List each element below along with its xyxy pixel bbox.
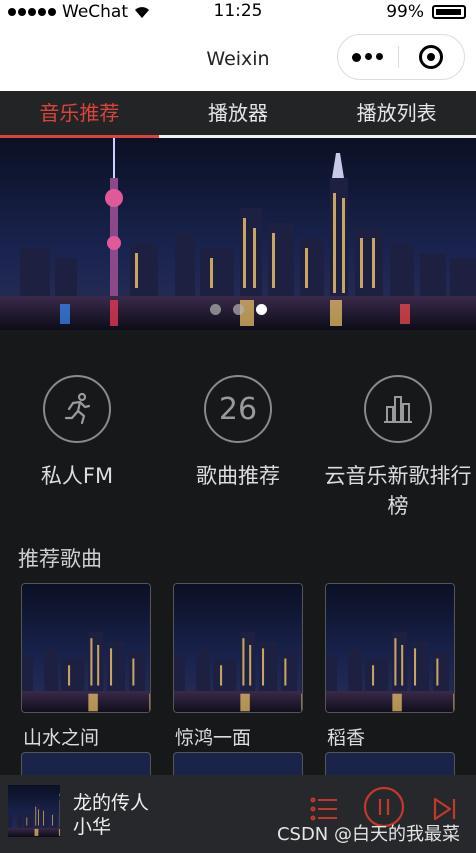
carousel-dot[interactable] xyxy=(209,304,221,315)
target-icon xyxy=(419,45,444,69)
player-album-art[interactable] xyxy=(8,785,60,837)
title-bar: Weixin xyxy=(0,24,476,91)
battery-percent: 99% xyxy=(386,2,424,22)
carousel-dot-active[interactable] xyxy=(255,304,267,315)
feature-label: 私人FM xyxy=(40,464,114,488)
song-name: 山水之间 xyxy=(23,727,100,749)
player-artist: 小华 xyxy=(73,816,112,838)
banner-image xyxy=(0,138,476,330)
feature-song-recommend[interactable]: 26 歌曲推荐 xyxy=(158,375,318,491)
song-cover xyxy=(173,583,303,713)
banner-carousel[interactable] xyxy=(0,138,476,330)
feature-grid: 私人FM 26 歌曲推荐 云音乐新歌排行榜 xyxy=(0,375,476,525)
running-person-icon xyxy=(43,375,111,443)
bar-chart-icon xyxy=(364,375,432,443)
tab-playlist[interactable]: 播放列表 xyxy=(317,91,476,138)
tab-music-recommend[interactable]: 音乐推荐 xyxy=(0,91,159,138)
feature-label: 云音乐新歌排行榜 xyxy=(324,464,472,518)
watermark: CSDN @白天的我最菜 xyxy=(276,824,460,845)
status-right: 99% xyxy=(386,2,466,22)
song-cover xyxy=(21,583,151,713)
tab-player[interactable]: 播放器 xyxy=(158,91,318,138)
recommend-section-title: 推荐歌曲 xyxy=(18,547,102,571)
song-cover xyxy=(325,583,455,713)
status-bar: WeChat 11:25 99% xyxy=(0,0,476,24)
song-name: 惊鸿一面 xyxy=(175,727,252,749)
next-icon[interactable] xyxy=(432,795,458,823)
feature-personal-fm[interactable]: 私人FM xyxy=(0,375,157,491)
calendar-day-icon: 26 xyxy=(204,375,272,443)
more-icon xyxy=(352,52,362,62)
close-mini-program-button[interactable] xyxy=(399,45,464,69)
mini-program-capsule xyxy=(337,34,465,80)
more-menu-button[interactable] xyxy=(338,52,398,62)
song-card[interactable]: 稻香 xyxy=(325,583,455,750)
song-card[interactable]: 山水之间 xyxy=(21,583,151,750)
feature-new-song-chart[interactable]: 云音乐新歌排行榜 xyxy=(318,375,476,521)
song-card[interactable]: 惊鸿一面 xyxy=(173,583,303,750)
carousel-indicator xyxy=(0,304,476,315)
playlist-icon[interactable] xyxy=(310,795,340,823)
song-name: 稻香 xyxy=(327,727,366,749)
carousel-dot[interactable] xyxy=(232,304,244,315)
tab-bar: 音乐推荐 播放器 播放列表 xyxy=(0,91,476,138)
player-song-title: 龙的传人 xyxy=(73,792,150,814)
feature-label: 歌曲推荐 xyxy=(196,464,280,488)
battery-icon xyxy=(432,5,466,19)
